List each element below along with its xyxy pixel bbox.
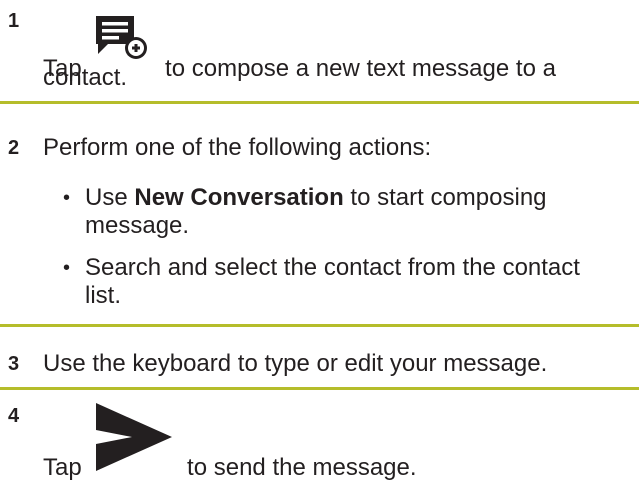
bullet-2-line2: list. <box>85 282 121 309</box>
bullet-1-line2: message. <box>85 212 190 239</box>
bullet-2-text: Search and select the contact from the c… <box>85 254 580 281</box>
bullet-1-bold-term: New Conversation <box>134 184 344 211</box>
step-3: 3 Use the keyboard to type or edit your … <box>0 327 639 387</box>
step-3-text: Use the keyboard to type or edit your me… <box>43 350 548 377</box>
bullet-1-suffix: to start composing <box>350 184 547 211</box>
step-1: 1 Tap to compose a new text message to a… <box>0 0 639 92</box>
step-4-text: Tap to send the message. <box>43 403 417 484</box>
step-1-number: 1 <box>8 10 20 32</box>
step-4-description: to send the message. <box>187 454 417 481</box>
step-4-number: 4 <box>8 405 20 427</box>
bullet-marker: • <box>63 187 71 209</box>
bullet-1-prefix: Use <box>85 184 128 211</box>
step-3-number: 3 <box>8 353 20 375</box>
step-1-description: to compose a new text message to a <box>165 55 556 82</box>
step-4: 4 Tap to send the message. <box>0 390 639 487</box>
step-2-number: 2 <box>8 137 20 159</box>
send-icon <box>94 403 174 481</box>
step-4-tap-label: Tap <box>43 454 82 481</box>
step-2: 2 Perform one of the following actions: … <box>0 104 639 309</box>
step-2-text: Perform one of the following actions: <box>43 134 432 161</box>
step-1-text-line2: contact. <box>43 64 128 91</box>
bullet-marker: • <box>63 257 71 279</box>
